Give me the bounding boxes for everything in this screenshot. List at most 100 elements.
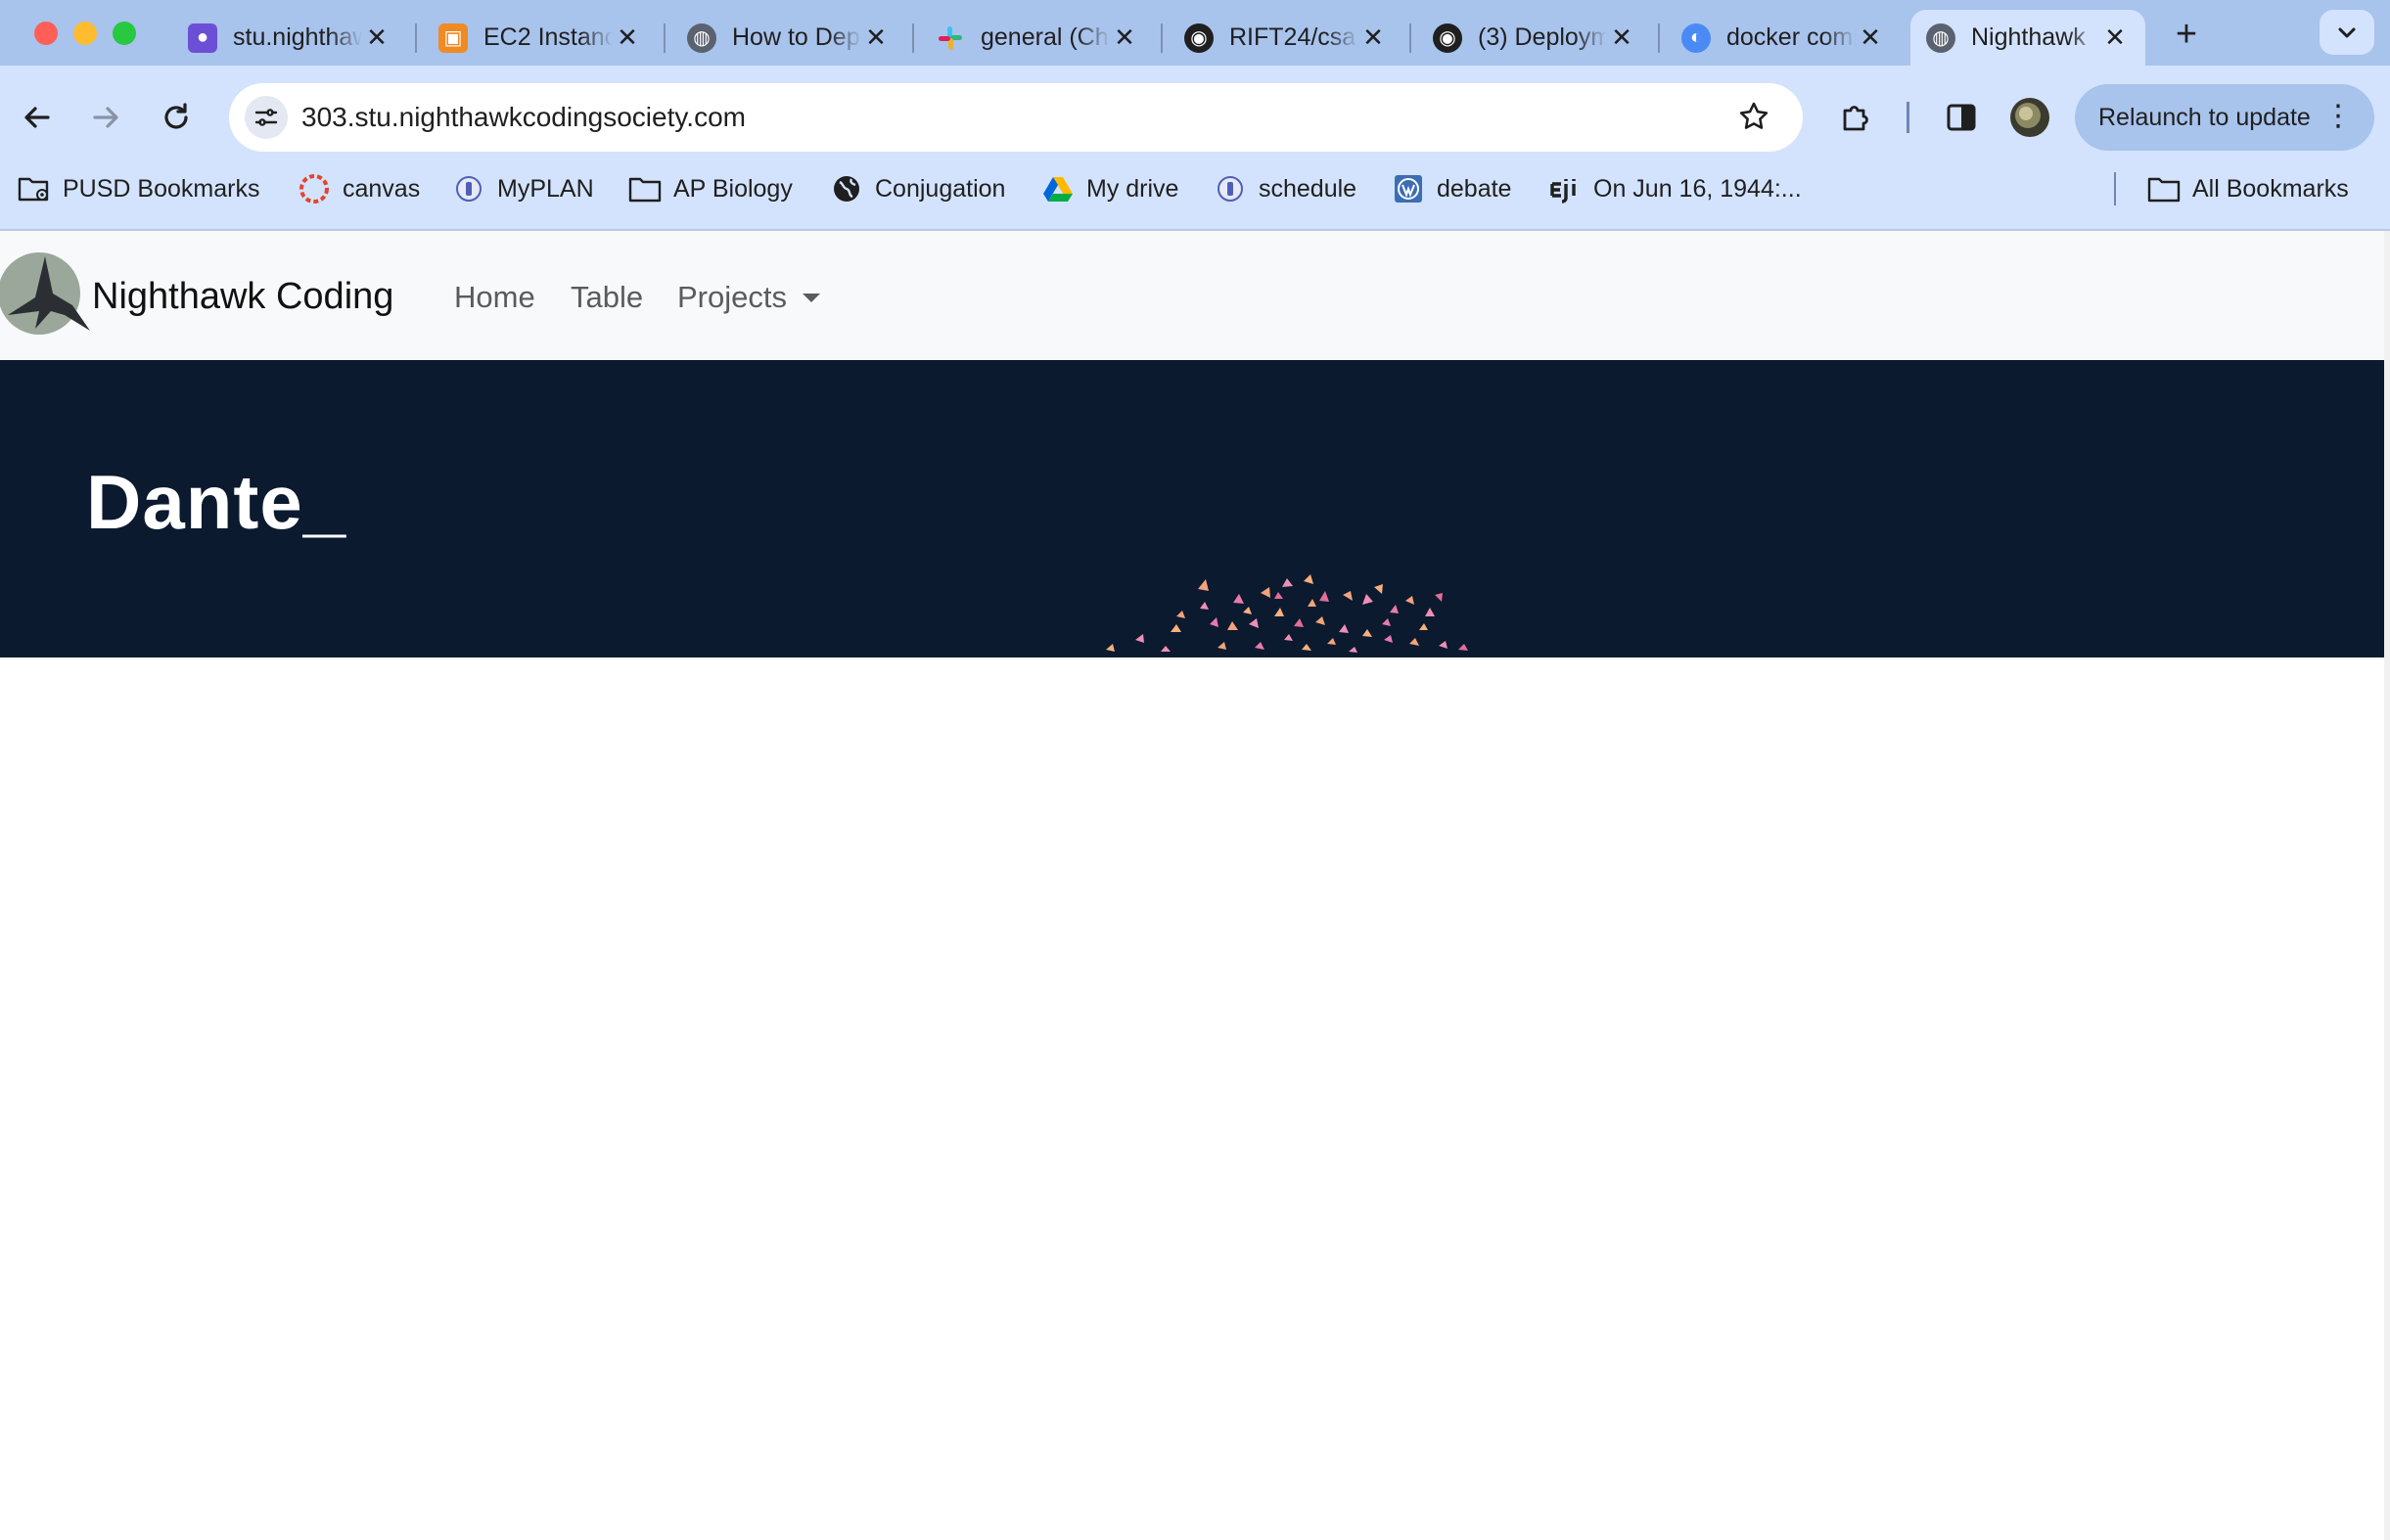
bookmark-item[interactable]: canvas: [298, 171, 420, 206]
browser-tab[interactable]: ◉ (3) Deployment ✕: [1417, 10, 1652, 66]
slack-icon: [936, 23, 965, 53]
browser-tab[interactable]: ▣ EC2 Instances ✕: [423, 10, 658, 66]
tab-divider: [912, 23, 914, 53]
globe-icon: [830, 172, 863, 205]
browser-tab[interactable]: ◉ RIFT24/csa ✕: [1169, 10, 1403, 66]
bookmark-label: My drive: [1086, 174, 1179, 203]
bookmark-item[interactable]: Conjugation: [830, 171, 1005, 206]
bookmark-label: PUSD Bookmarks: [63, 174, 260, 203]
particle-swarm-graphic: [1106, 574, 1468, 653]
bookmark-label: canvas: [343, 174, 421, 203]
close-window-button[interactable]: [34, 22, 58, 45]
bookmark-item[interactable]: My drive: [1041, 171, 1178, 206]
close-tab-icon[interactable]: ✕: [1607, 23, 1636, 53]
nighthawk-logo[interactable]: [0, 247, 94, 344]
tab-divider: [664, 23, 666, 53]
bookmark-item[interactable]: On Jun 16, 1944:...: [1548, 171, 1802, 206]
relaunch-to-update-button[interactable]: Relaunch to update ⋮: [2075, 84, 2374, 151]
site-brand[interactable]: Nighthawk Coding: [92, 276, 393, 318]
chrome-icon: ◐: [1681, 23, 1711, 53]
browser-tab-active[interactable]: ◍ Nighthawk ✕: [1910, 10, 2145, 66]
close-tab-icon[interactable]: ✕: [1358, 23, 1388, 53]
profile-avatar[interactable]: [2008, 96, 2051, 139]
maximize-window-button[interactable]: [113, 22, 136, 45]
nav-link-home[interactable]: Home: [454, 280, 535, 315]
close-tab-icon[interactable]: ✕: [362, 23, 391, 53]
address-url[interactable]: 303.stu.nighthawkcodingsociety.com: [301, 102, 746, 133]
reload-icon: [164, 103, 188, 129]
wordpress-icon: [1392, 172, 1425, 205]
bookmark-label: debate: [1437, 174, 1512, 203]
github-icon: ◉: [1184, 23, 1214, 53]
tab-title: docker compose: [1726, 23, 1856, 51]
avatar-icon: [2010, 98, 2049, 137]
all-bookmarks-button[interactable]: All Bookmarks: [2147, 171, 2349, 206]
bookmark-label: Conjugation: [875, 174, 1006, 203]
myplan-icon: [1214, 172, 1247, 205]
bookmark-label: MyPLAN: [497, 174, 594, 203]
close-tab-icon[interactable]: ✕: [1856, 23, 1885, 53]
puzzle-piece-icon: [1843, 106, 1868, 131]
reload-button[interactable]: [155, 96, 198, 139]
bookmark-item[interactable]: MyPLAN: [452, 171, 594, 206]
browser-tab[interactable]: ◐ docker compose ✕: [1666, 10, 1901, 66]
tab-title: EC2 Instances: [483, 23, 613, 51]
browser-tab[interactable]: general (Channel) ✕: [920, 10, 1155, 66]
mastodon-icon: ●: [188, 23, 217, 53]
github-icon: ◉: [1433, 23, 1462, 53]
browser-tab[interactable]: ● stu.nighthawkcodingsociety.com ✕: [172, 10, 407, 66]
tab-title: general (Channel): [981, 23, 1110, 51]
folder-icon: [2147, 172, 2181, 205]
page-scrollbar[interactable]: [2384, 231, 2390, 1540]
bookmark-item[interactable]: AP Biology: [628, 171, 793, 206]
google-drive-icon: [1041, 172, 1075, 205]
nav-dropdown-projects[interactable]: Projects: [677, 280, 822, 315]
nav-link-table[interactable]: Table: [571, 280, 643, 315]
extensions-button[interactable]: [1834, 96, 1877, 139]
tab-search-button[interactable]: [2320, 10, 2374, 55]
close-tab-icon[interactable]: ✕: [613, 23, 642, 53]
tab-divider: [415, 23, 417, 53]
side-panel-button[interactable]: [1940, 96, 1983, 139]
tab-divider: [1658, 23, 1660, 53]
bookmark-item[interactable]: PUSD Bookmarks: [18, 171, 259, 206]
side-panel-icon: [1947, 104, 1976, 131]
address-bar[interactable]: 303.stu.nighthawkcodingsociety.com: [229, 83, 1803, 152]
browser-chrome: ● stu.nighthawkcodingsociety.com ✕ ▣ EC2…: [0, 0, 2390, 231]
bookmark-item[interactable]: schedule: [1214, 171, 1356, 206]
hero-banner: Dante_: [0, 360, 2390, 657]
bookmark-item[interactable]: debate: [1392, 171, 1511, 206]
nav-dropdown-label: Projects: [677, 280, 787, 314]
minimize-window-button[interactable]: [73, 22, 97, 45]
bookmark-star-icon[interactable]: [1734, 97, 1773, 136]
eji-icon: [1548, 172, 1582, 205]
toolbar-divider: [1907, 102, 1909, 133]
tab-divider: [1161, 23, 1163, 53]
tab-strip: ● stu.nighthawkcodingsociety.com ✕ ▣ EC2…: [0, 0, 2390, 66]
close-tab-icon[interactable]: ✕: [861, 23, 891, 53]
all-bookmarks-label: All Bookmarks: [2192, 174, 2349, 203]
close-tab-icon[interactable]: ✕: [1110, 23, 1139, 53]
relaunch-label: Relaunch to update: [2098, 103, 2311, 131]
folder-gear-icon: [18, 172, 51, 205]
tab-title: (3) Deployment: [1478, 23, 1607, 51]
bookmark-label: schedule: [1259, 174, 1357, 203]
browser-tab[interactable]: ◍ How to Deploy ✕: [671, 10, 906, 66]
chevron-down-icon: [2338, 27, 2356, 38]
new-tab-button[interactable]: +: [2167, 14, 2206, 56]
site-info-icon[interactable]: [245, 96, 288, 139]
caret-down-icon: [802, 294, 820, 302]
forward-button[interactable]: [84, 96, 127, 139]
canvas-icon: [298, 172, 331, 205]
folder-icon: [628, 172, 662, 205]
bookmark-label: AP Biology: [673, 174, 793, 203]
myplan-icon: [452, 172, 485, 205]
menu-kebab-icon[interactable]: ⋮: [2323, 102, 2353, 131]
close-tab-icon[interactable]: ✕: [2100, 23, 2130, 53]
tab-title: stu.nighthawkcodingsociety.com: [233, 23, 362, 51]
arrow-left-icon: [24, 107, 50, 128]
bookmark-label: On Jun 16, 1944:...: [1593, 174, 1802, 203]
back-button[interactable]: [16, 96, 59, 139]
tab-title: Nighthawk: [1971, 23, 2086, 51]
bookmarks-divider: [2114, 172, 2116, 205]
